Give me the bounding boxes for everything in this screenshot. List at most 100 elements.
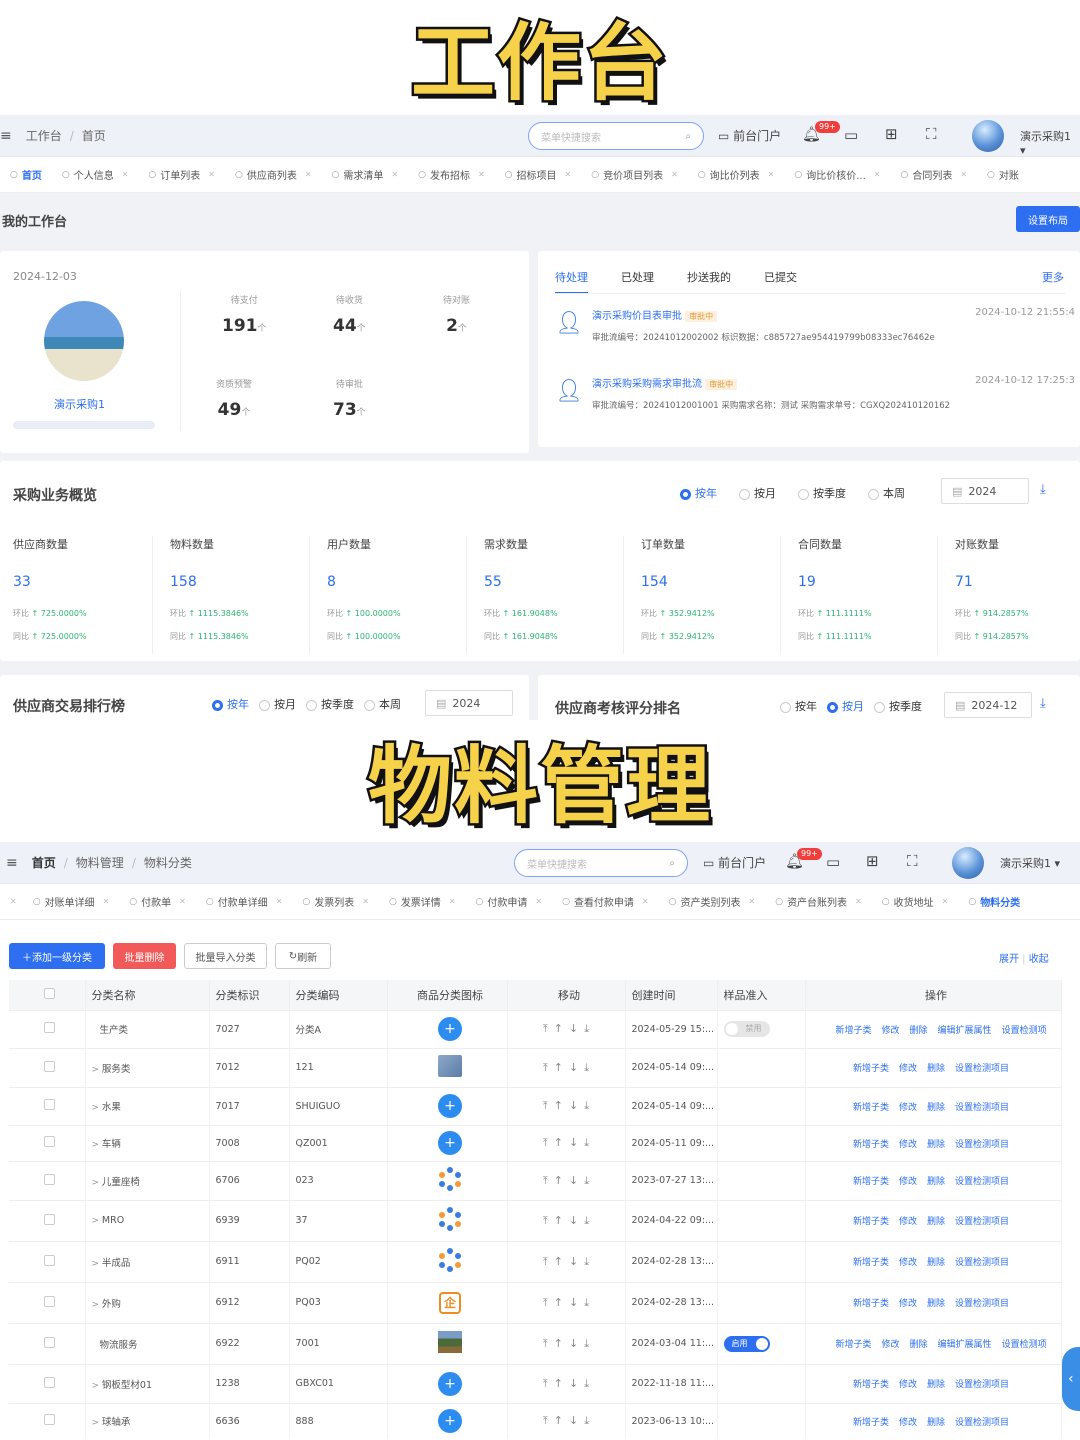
expand-caret-icon[interactable]: >	[92, 1065, 102, 1075]
metric-card[interactable]: 供应商数量 33 环比 ↑ 725.0000% 同比 ↑ 725.0000%	[13, 536, 153, 654]
move-arrows-icon[interactable]: ⤒↑↓⤓	[543, 1214, 595, 1227]
move-arrows-icon[interactable]: ⤒↑↓⤓	[543, 1414, 595, 1427]
tab-home[interactable]: ○ 首页	[0, 167, 52, 183]
menu-toggle-icon[interactable]: ≡	[6, 855, 18, 871]
todo-item[interactable]: 👤︎ 演示采购采购需求审批流 审批中 2024-10-12 17:25:3 审批流…	[555, 375, 1075, 411]
radio-month[interactable]: 按月	[739, 485, 776, 501]
table-row[interactable]: > 服务类 7012 121 ⤒↑↓⤓ 2024-05-14 09:... 新增子类 修改删…	[9, 1047, 1062, 1087]
row-action-link[interactable]: 编辑扩展属性	[938, 1340, 992, 1350]
row-action-link[interactable]: 设置检测项目	[955, 1103, 1009, 1113]
sample-access-toggle[interactable]: 启用	[723, 1335, 770, 1352]
todo-tab-submitted[interactable]: 已提交	[764, 269, 797, 294]
row-action-link[interactable]: 新增子类	[853, 1258, 889, 1268]
download-icon[interactable]: ⤓	[1040, 696, 1046, 711]
breadcrumb-item[interactable]: 工作台	[26, 127, 62, 144]
row-action-link[interactable]: 修改	[899, 1177, 917, 1187]
row-action-link[interactable]: 新增子类	[853, 1380, 889, 1390]
row-action-link[interactable]: 新增子类	[853, 1177, 889, 1187]
menu-search-input[interactable]: 菜单快捷搜索 ⌕	[514, 849, 688, 877]
radio-quarter[interactable]: 按季度	[798, 485, 846, 501]
metric-card[interactable]: 用户数量 8 环比 ↑ 100.0000% 同比 ↑ 100.0000%	[327, 536, 467, 654]
row-action-link[interactable]: 修改	[899, 1064, 917, 1074]
tab-bidding[interactable]: ○ 竞价项目列表 ✕	[581, 167, 688, 183]
row-action-link[interactable]: 设置检测项目	[955, 1299, 1009, 1309]
move-arrows-icon[interactable]: ⤒↑↓⤓	[543, 1296, 595, 1309]
todo-tab-pending[interactable]: 待处理	[555, 269, 588, 294]
radio-year[interactable]: 按年	[212, 696, 249, 712]
move-arrows-icon[interactable]: ⤒↑↓⤓	[543, 1022, 595, 1035]
tab-payment[interactable]: ○ 付款单 ✕	[119, 894, 196, 910]
stat-pending-payment[interactable]: 待支付 191个	[222, 293, 267, 336]
tab-view-payment-request[interactable]: ○ 查看付款申请 ✕	[552, 894, 659, 910]
row-action-link[interactable]: 修改	[882, 1026, 900, 1036]
row-action-link[interactable]: 删除	[927, 1217, 945, 1227]
fullscreen-icon[interactable]: ⛶	[907, 852, 918, 870]
expand-caret-icon[interactable]: >	[92, 1259, 102, 1269]
expand-caret-icon[interactable]: >	[92, 1103, 102, 1113]
row-action-link[interactable]: 设置检测项目	[955, 1217, 1009, 1227]
table-row[interactable]: 物流服务 6922 7001 ⤒↑↓⤓ 2024-03-04 11:... 启用 新增子类修…	[9, 1322, 1062, 1364]
breadcrumb-item[interactable]: 首页	[32, 854, 56, 871]
row-action-link[interactable]: 修改	[899, 1380, 917, 1390]
row-checkbox[interactable]	[44, 1099, 56, 1110]
row-action-link[interactable]: 新增子类	[853, 1217, 889, 1227]
side-drawer-toggle[interactable]: ‹	[1062, 1347, 1080, 1411]
expand-caret-icon[interactable]: >	[92, 1216, 102, 1226]
tab-tender-projects[interactable]: ○ 招标项目 ✕	[495, 167, 582, 183]
row-action-link[interactable]: 删除	[910, 1340, 928, 1350]
table-row[interactable]: > 车辆 7008 QZ001 + ⤒↑↓⤓ 2024-05-11 09:... 新增子类修…	[9, 1124, 1062, 1161]
row-action-link[interactable]: 修改	[899, 1103, 917, 1113]
row-action-link[interactable]: 删除	[927, 1103, 945, 1113]
table-row[interactable]: > 半成品 6911 PQ02 ⤒↑↓⤓ 2024-02-28 13:... 新增子类 修改…	[9, 1240, 1062, 1282]
row-action-link[interactable]: 修改	[899, 1258, 917, 1268]
row-action-link[interactable]: 设置检测项目	[955, 1258, 1009, 1268]
move-arrows-icon[interactable]: ⤒↑↓⤓	[543, 1377, 595, 1390]
row-action-link[interactable]: 修改	[899, 1418, 917, 1428]
radio-quarter[interactable]: 按季度	[874, 698, 922, 714]
breadcrumb-item[interactable]: 物料管理	[76, 854, 124, 871]
row-checkbox[interactable]	[44, 1414, 56, 1426]
row-action-link[interactable]: 设置检测项目	[955, 1140, 1009, 1150]
row-action-link[interactable]: 设置检测项	[1002, 1340, 1047, 1350]
table-row[interactable]: > 球轴承 6636 888 + ⤒↑↓⤓ 2023-06-13 10:... 新增子类 修改…	[9, 1402, 1062, 1439]
move-arrows-icon[interactable]: ⤒↑↓⤓	[543, 1255, 595, 1268]
tab-reconciliation[interactable]: ○ 对账	[977, 167, 1029, 183]
tab-invoice-detail[interactable]: ○ 发票详情 ✕	[379, 894, 466, 910]
tab-inquiry-review[interactable]: ○ 询比价核价... ✕	[784, 167, 890, 183]
grid-icon[interactable]: ⊞	[885, 125, 898, 143]
refresh-button[interactable]: ↻ 刷新	[275, 943, 331, 969]
table-row[interactable]: 生产类 7027 分类A + ⤒↑↓⤓ 2024-05-29 15:... 禁用 新增子类 修改…	[9, 1009, 1062, 1048]
breadcrumb-item[interactable]: 首页	[82, 127, 106, 144]
row-action-link[interactable]: 删除	[927, 1418, 945, 1428]
sample-access-toggle[interactable]: 禁用	[723, 1021, 770, 1037]
add-category-button[interactable]: ＋ 添加一级分类	[9, 943, 105, 969]
tab-inquiry[interactable]: ○ 询比价列表 ✕	[688, 167, 785, 183]
radio-month[interactable]: 按月	[827, 698, 864, 714]
row-action-link[interactable]: 修改	[882, 1340, 900, 1350]
portal-link[interactable]: ▭ 前台门户	[703, 854, 766, 871]
expand-caret-icon[interactable]: >	[92, 1418, 102, 1428]
row-action-link[interactable]: 设置检测项目	[955, 1380, 1009, 1390]
row-action-link[interactable]: 设置检测项目	[955, 1418, 1009, 1428]
metric-card[interactable]: 合同数量 19 环比 ↑ 111.1111% 同比 ↑ 111.1111%	[798, 536, 938, 654]
table-row[interactable]: > 水果 7017 SHUIGUO + ⤒↑↓⤓ 2024-05-14 09:... 新增子…	[9, 1086, 1062, 1125]
tab-asset-category[interactable]: ○ 资产类别列表 ✕	[659, 894, 766, 910]
todo-item[interactable]: 👤︎ 演示采购价目表审批 审批中 2024-10-12 21:55:4 审批流编号…	[555, 307, 1075, 343]
batch-import-button[interactable]: 批量导入分类	[184, 943, 267, 969]
move-arrows-icon[interactable]: ⤒↑↓⤓	[543, 1061, 595, 1074]
more-link[interactable]: 更多	[1042, 269, 1064, 285]
row-action-link[interactable]: 新增子类	[853, 1299, 889, 1309]
row-checkbox[interactable]	[44, 1022, 56, 1033]
todo-tab-cc[interactable]: 抄送我的	[687, 269, 731, 294]
tab-address[interactable]: ○ 收货地址 ✕	[872, 894, 959, 910]
table-row[interactable]: > 儿童座椅 6706 023 ⤒↑↓⤓ 2023-07-27 13:... 新增子类 修改…	[9, 1160, 1062, 1200]
row-action-link[interactable]: 删除	[927, 1258, 945, 1268]
row-action-link[interactable]: 编辑扩展属性	[938, 1026, 992, 1036]
fullscreen-icon[interactable]: ⛶	[926, 125, 937, 143]
message-icon[interactable]: ▭	[826, 853, 840, 871]
row-action-link[interactable]: 新增子类	[853, 1418, 889, 1428]
row-action-link[interactable]: 新增子类	[853, 1140, 889, 1150]
expand-caret-icon[interactable]: >	[92, 1300, 102, 1310]
row-action-link[interactable]: 设置检测项目	[955, 1177, 1009, 1187]
row-action-link[interactable]: 删除	[910, 1026, 928, 1036]
